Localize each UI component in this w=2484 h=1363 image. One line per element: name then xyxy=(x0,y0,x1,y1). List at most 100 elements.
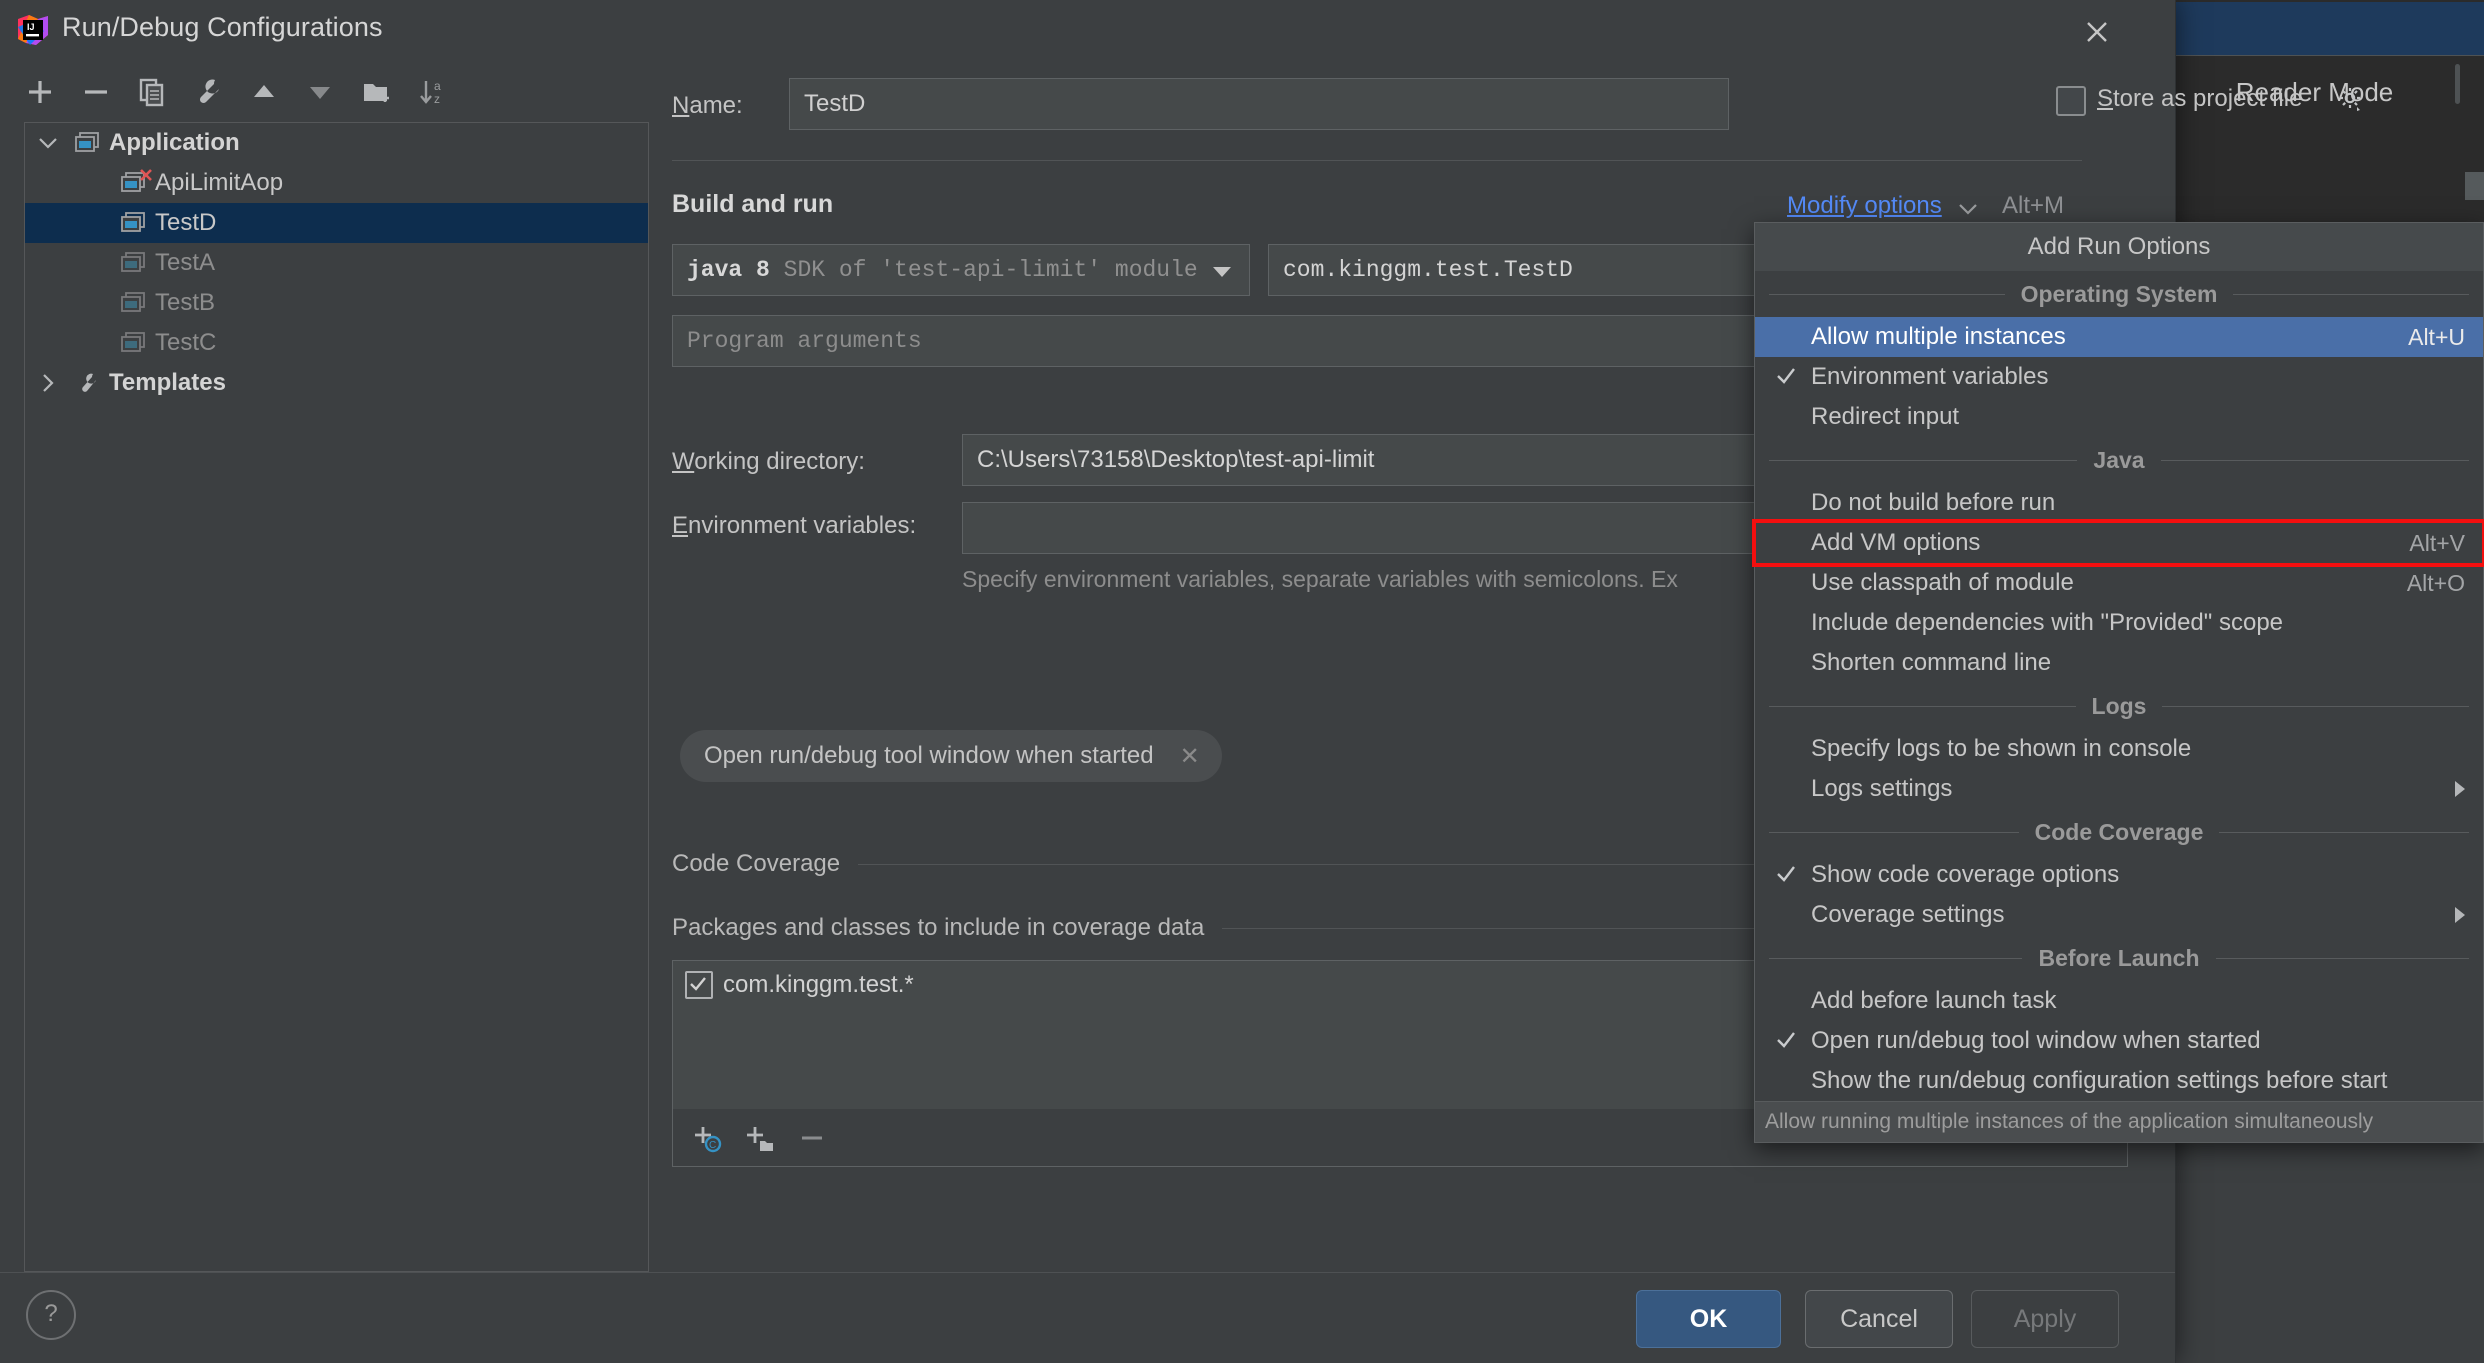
menu-section-logs: Logs xyxy=(1755,683,2483,729)
store-as-project-file-checkbox[interactable] xyxy=(2056,86,2086,116)
tree-item-templates[interactable]: Templates xyxy=(25,363,648,403)
add-run-options-menu[interactable]: Add Run Options Operating System Allow mu… xyxy=(1754,222,2484,1143)
section-line xyxy=(1769,705,2076,707)
menu-section-operating-system: Operating System xyxy=(1755,271,2483,317)
menu-item-shortcut: Alt+V xyxy=(2409,529,2465,556)
tree-item-apilimitaop[interactable]: ApiLimitAop xyxy=(25,163,648,203)
menu-item-open-run-debug-tool-window-when-started[interactable]: Open run/debug tool window when started xyxy=(1755,1021,2483,1061)
sort-az-icon[interactable]: a z xyxy=(410,70,454,114)
list-item[interactable]: com.kinggm.test.* xyxy=(685,971,914,999)
application-config-icon xyxy=(117,292,151,314)
cancel-button[interactable]: Cancel xyxy=(1805,1290,1953,1348)
close-small-icon[interactable]: ✕ xyxy=(1172,742,1208,771)
minus-icon[interactable] xyxy=(74,70,118,114)
jre-description: SDK of 'test-api-limit' module xyxy=(783,257,1197,283)
tree-item-label: TestA xyxy=(155,249,216,276)
help-icon[interactable]: ? xyxy=(26,1290,76,1340)
menu-item-environment-variables[interactable]: Environment variables xyxy=(1755,357,2483,397)
ok-button[interactable]: OK xyxy=(1636,1290,1781,1348)
ide-editor-tab-strip[interactable] xyxy=(2145,2,2484,56)
menu-item-allow-multiple-instances[interactable]: Allow multiple instances Alt+U xyxy=(1755,317,2483,357)
menu-body: Operating System Allow multiple instances… xyxy=(1755,271,2483,1101)
copy-icon[interactable] xyxy=(130,70,174,114)
menu-item-use-classpath-of-module[interactable]: Use classpath of module Alt+O xyxy=(1755,563,2483,603)
application-group-icon xyxy=(71,132,105,154)
tree-item-testb[interactable]: TestB xyxy=(25,283,648,323)
collapse-arrow-icon[interactable] xyxy=(25,137,71,149)
menu-item-include-dependencies-with-provided-scope[interactable]: Include dependencies with "Provided" sco… xyxy=(1755,603,2483,643)
menu-item-add-before-launch-task[interactable]: Add before launch task xyxy=(1755,981,2483,1021)
section-divider xyxy=(672,160,2082,161)
menu-item-label: Specify logs to be shown in console xyxy=(1811,735,2192,762)
menu-item-specify-logs-to-be-shown-in-console[interactable]: Specify logs to be shown in console xyxy=(1755,729,2483,769)
gear-icon[interactable] xyxy=(2337,85,2365,113)
submenu-arrow-icon[interactable] xyxy=(2455,781,2465,797)
menu-item-label: Logs settings xyxy=(1811,775,1953,802)
plus-icon[interactable] xyxy=(18,70,62,114)
check-icon xyxy=(1775,365,1797,392)
chip-label: Open run/debug tool window when started xyxy=(704,742,1154,769)
menu-item-logs-settings[interactable]: Logs settings xyxy=(1755,769,2483,809)
coverage-entry-checkbox[interactable] xyxy=(685,971,713,999)
menu-section-caption: Code Coverage xyxy=(2034,818,2204,845)
chevron-down-icon[interactable] xyxy=(1959,202,1977,215)
menu-item-label: Use classpath of module xyxy=(1811,569,2074,596)
tree-item-testd[interactable]: TestD xyxy=(25,203,648,243)
application-config-icon xyxy=(117,212,151,234)
tree-item-testc[interactable]: TestC xyxy=(25,323,648,363)
jre-combo[interactable]: java 8 SDK of 'test-api-limit' module xyxy=(672,244,1250,296)
menu-item-redirect-input[interactable]: Redirect input xyxy=(1755,397,2483,437)
menu-item-shortcut: Alt+U xyxy=(2408,323,2465,350)
triangle-down-icon[interactable] xyxy=(298,70,342,114)
section-line xyxy=(2215,957,2469,959)
section-line xyxy=(2160,459,2470,461)
svg-text:z: z xyxy=(434,92,440,106)
menu-item-label: Do not build before run xyxy=(1811,489,2056,516)
coverage-entry-label: com.kinggm.test.* xyxy=(723,971,914,998)
modify-options-shortcut: Alt+M xyxy=(2002,192,2065,219)
svg-text:IJ: IJ xyxy=(27,22,35,32)
modify-options-link[interactable]: Modify options xyxy=(1787,192,1942,220)
open-tool-window-chip[interactable]: Open run/debug tool window when started … xyxy=(680,730,1222,782)
menu-item-label: Environment variables xyxy=(1811,363,2049,390)
application-config-icon xyxy=(117,332,151,354)
menu-section-caption: Logs xyxy=(2091,692,2147,719)
tree-item-label: TestD xyxy=(155,209,217,236)
tree-item-label: ApiLimitAop xyxy=(155,169,284,196)
menu-item-label: Show code coverage options xyxy=(1811,861,2120,888)
jre-combo-value: java 8 SDK of 'test-api-limit' module xyxy=(687,245,1197,295)
menu-title: Add Run Options xyxy=(1755,223,2483,271)
menu-item-label: Shorten command line xyxy=(1811,649,2052,676)
tree-item-testa[interactable]: TestA xyxy=(25,243,648,283)
section-line xyxy=(2219,831,2469,833)
check-icon xyxy=(1775,863,1797,890)
editor-scrollbar[interactable] xyxy=(2455,64,2460,104)
configurations-tree[interactable]: Application ApiLimitAop TestD TestA TestB Tes… xyxy=(24,122,649,1272)
dropdown-arrow-icon[interactable] xyxy=(1213,267,1231,277)
close-icon[interactable] xyxy=(2075,10,2119,54)
expand-arrow-icon[interactable] xyxy=(25,374,71,392)
menu-item-show-the-run-debug-configuration-settings-before-start[interactable]: Show the run/debug configuration setting… xyxy=(1755,1061,2483,1101)
menu-item-coverage-settings[interactable]: Coverage settings xyxy=(1755,895,2483,935)
apply-button: Apply xyxy=(1971,1290,2119,1348)
menu-section-caption: Operating System xyxy=(2020,280,2218,307)
menu-item-add-vm-options[interactable]: Add VM options Alt+V xyxy=(1755,523,2483,563)
menu-item-label: Show the run/debug configuration setting… xyxy=(1811,1067,2388,1094)
remove-entry-button[interactable] xyxy=(791,1117,833,1159)
submenu-arrow-icon[interactable] xyxy=(2455,907,2465,923)
add-class-button[interactable]: C xyxy=(687,1117,729,1159)
wrench-icon[interactable] xyxy=(186,70,230,114)
menu-item-do-not-build-before-run[interactable]: Do not build before run xyxy=(1755,483,2483,523)
tree-item-application[interactable]: Application xyxy=(25,123,648,163)
menu-item-label: Coverage settings xyxy=(1811,901,2005,928)
ide-background-bottom xyxy=(2145,1120,2484,1363)
folder-add-icon[interactable] xyxy=(354,70,398,114)
menu-item-shorten-command-line[interactable]: Shorten command line xyxy=(1755,643,2483,683)
build-and-run-title: Build and run xyxy=(672,190,834,218)
menu-section-code-coverage: Code Coverage xyxy=(1755,809,2483,855)
menu-item-show-code-coverage-options[interactable]: Show code coverage options xyxy=(1755,855,2483,895)
name-input[interactable]: TestD xyxy=(789,78,1729,130)
triangle-up-icon[interactable] xyxy=(242,70,286,114)
add-package-button[interactable] xyxy=(739,1117,781,1159)
section-line xyxy=(1769,293,2005,295)
